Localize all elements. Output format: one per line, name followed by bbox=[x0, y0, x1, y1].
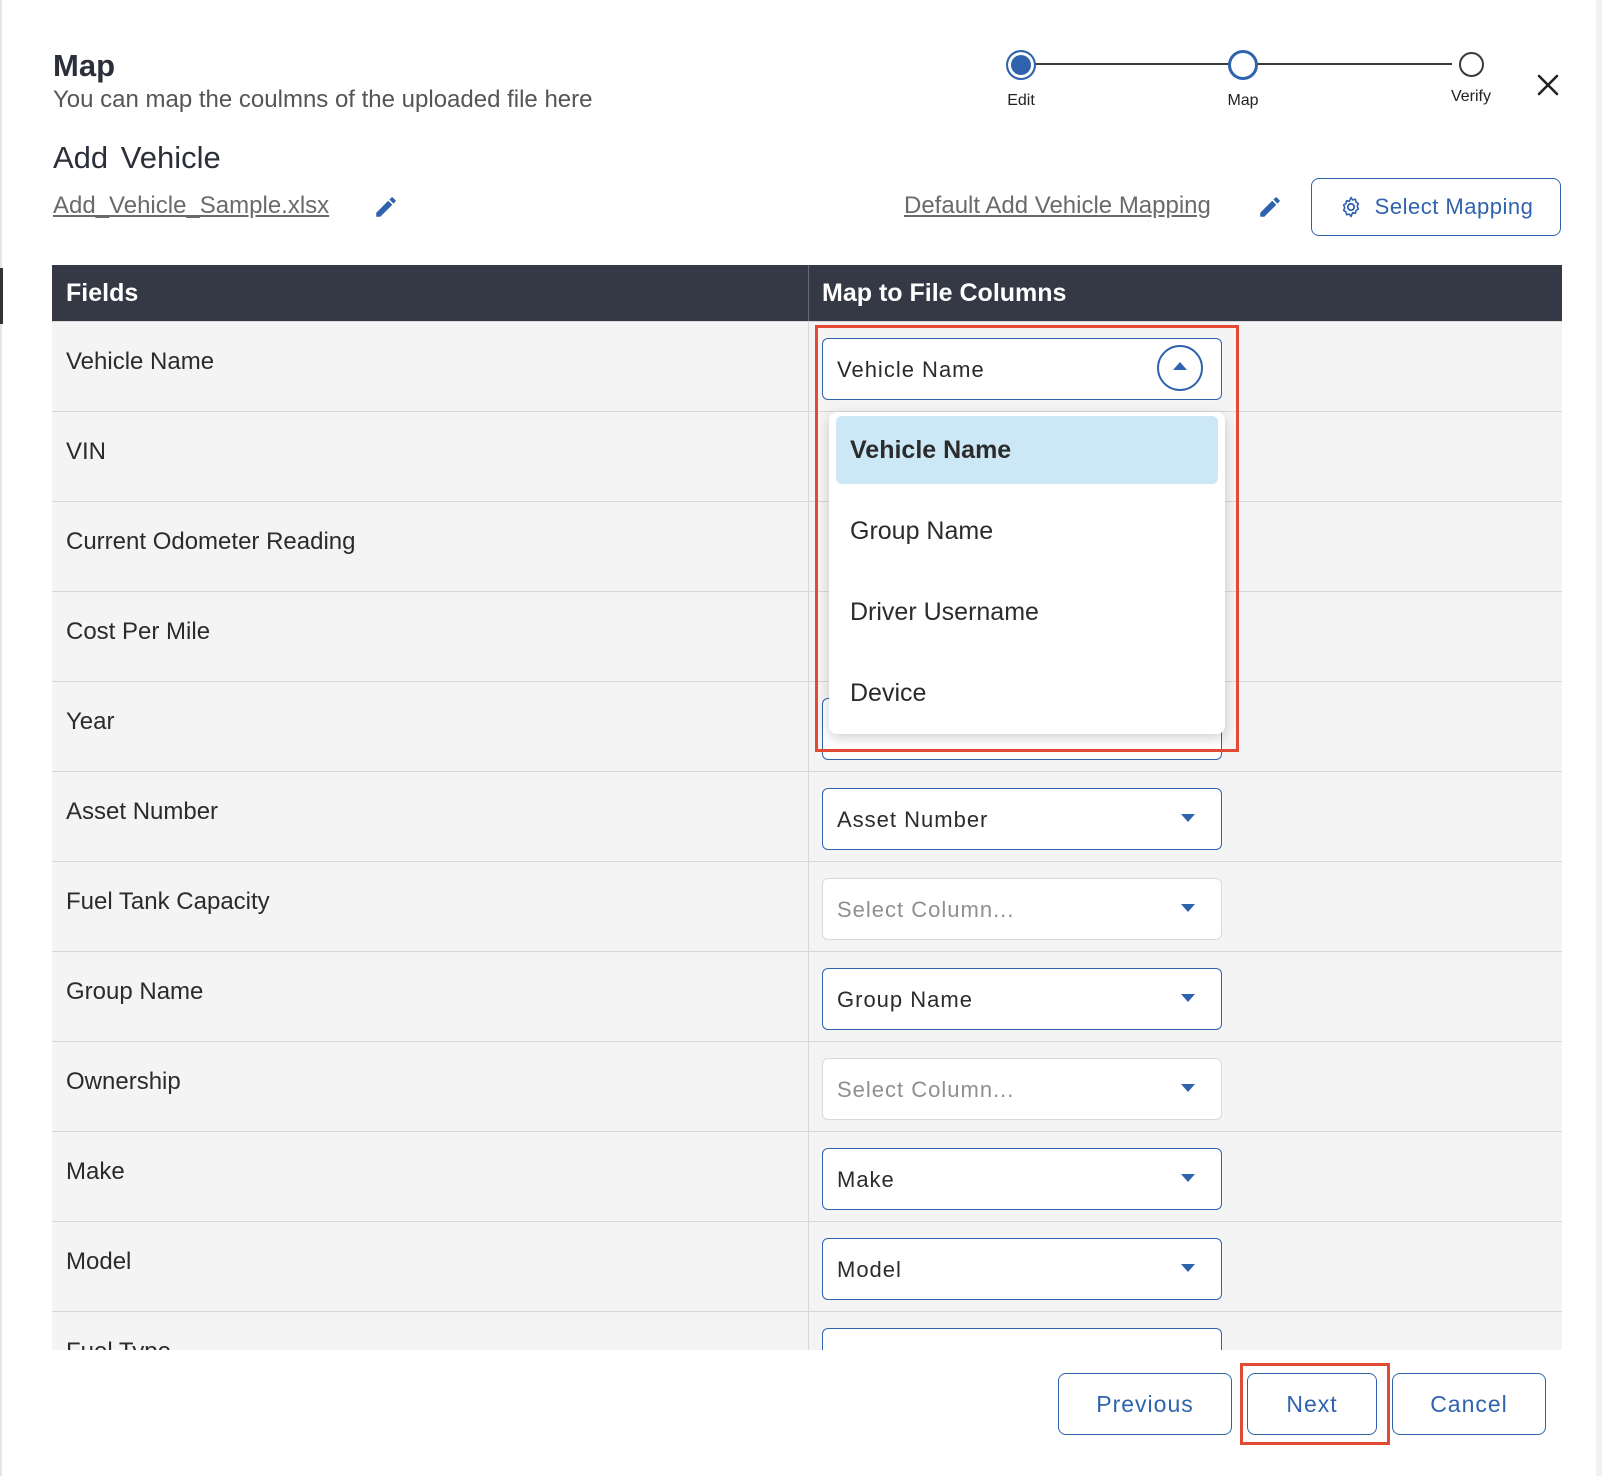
edit-file-icon[interactable] bbox=[373, 194, 399, 220]
chevron-down-icon bbox=[1181, 1084, 1195, 1092]
table-row: Ownership Select Column... bbox=[52, 1041, 1562, 1131]
step-edit-dot bbox=[1006, 50, 1036, 80]
column-divider bbox=[808, 772, 809, 861]
field-label: Vehicle Name bbox=[66, 348, 215, 375]
chevron-down-icon bbox=[1181, 1174, 1195, 1182]
column-select[interactable]: Make bbox=[822, 1148, 1222, 1210]
column-divider bbox=[808, 592, 809, 681]
table-row: Current Odometer Reading bbox=[52, 501, 1562, 591]
dropdown-option-group-name[interactable]: Group Name bbox=[836, 497, 1218, 565]
table-row: VIN bbox=[52, 411, 1562, 501]
table-row: Vehicle Name Vehicle Name bbox=[52, 321, 1562, 411]
column-divider bbox=[808, 1312, 809, 1350]
column-divider bbox=[808, 1132, 809, 1221]
field-label: Fuel Tank Capacity bbox=[66, 888, 270, 915]
dialog-title: Map bbox=[53, 48, 115, 83]
select-mapping-button[interactable]: Select Mapping bbox=[1311, 178, 1561, 236]
table-row: Cost Per Mile bbox=[52, 591, 1562, 681]
table-header: Fields Map to File Columns bbox=[52, 265, 1562, 321]
table-row: Asset Number Asset Number bbox=[52, 771, 1562, 861]
column-select[interactable]: Asset Number bbox=[822, 788, 1222, 850]
column-divider bbox=[808, 1042, 809, 1131]
section-title: Add Vehicle bbox=[53, 140, 221, 175]
chevron-down-icon bbox=[1181, 814, 1195, 822]
stepper-connector bbox=[1034, 63, 1234, 65]
table-row: Group Name Group Name bbox=[52, 951, 1562, 1041]
field-label: Cost Per Mile bbox=[66, 618, 211, 645]
table-row: Make Make bbox=[52, 1131, 1562, 1221]
mapping-name-link[interactable]: Default Add Vehicle Mapping bbox=[904, 192, 1211, 220]
column-select-value: Vehicle Name bbox=[837, 357, 985, 382]
header-fields: Fields bbox=[66, 279, 139, 307]
field-label: Group Name bbox=[66, 978, 204, 1005]
next-button[interactable]: Next bbox=[1247, 1373, 1377, 1435]
left-edge-line bbox=[0, 0, 2, 1476]
field-label: Fuel Type bbox=[66, 1338, 171, 1350]
column-divider bbox=[808, 952, 809, 1041]
column-select-value: Group Name bbox=[837, 987, 973, 1012]
chevron-down-icon bbox=[1181, 904, 1195, 912]
column-select[interactable] bbox=[822, 1328, 1222, 1350]
field-label: Ownership bbox=[66, 1068, 181, 1095]
column-select-value: Make bbox=[837, 1167, 895, 1192]
step-verify-label: Verify bbox=[1450, 88, 1491, 105]
field-label: Year bbox=[66, 708, 115, 735]
column-select-placeholder: Select Column... bbox=[837, 897, 1015, 922]
column-select[interactable]: Select Column... bbox=[822, 1058, 1222, 1120]
left-edge-marker bbox=[0, 268, 3, 324]
table-row: Fuel Type bbox=[52, 1311, 1562, 1350]
step-map-label: Map bbox=[1227, 92, 1259, 109]
stepper-connector bbox=[1256, 63, 1452, 65]
collapse-dropdown-icon[interactable] bbox=[1157, 345, 1203, 391]
select-mapping-label: Select Mapping bbox=[1374, 194, 1534, 219]
right-scroll-track[interactable] bbox=[1596, 0, 1602, 1476]
field-label: Model bbox=[66, 1248, 132, 1275]
mapping-table: Fields Map to File Columns Vehicle Name … bbox=[52, 265, 1562, 1350]
previous-button[interactable]: Previous bbox=[1058, 1373, 1232, 1435]
field-label: Make bbox=[66, 1158, 125, 1185]
column-divider bbox=[808, 682, 809, 771]
table-row: Model Model bbox=[52, 1221, 1562, 1311]
column-divider bbox=[808, 322, 809, 411]
dialog-subtitle: You can map the coulmns of the uploaded … bbox=[53, 86, 593, 113]
field-label: Asset Number bbox=[66, 798, 219, 825]
column-divider bbox=[808, 502, 809, 591]
column-dropdown-menu: Vehicle Name Group Name Driver Username … bbox=[829, 412, 1225, 734]
column-select-placeholder: Select Column... bbox=[837, 1077, 1015, 1102]
field-label: Current Odometer Reading bbox=[66, 528, 356, 555]
dropdown-option-driver-username[interactable]: Driver Username bbox=[836, 578, 1218, 646]
dropdown-option-device[interactable]: Device bbox=[836, 659, 1218, 727]
chevron-down-icon bbox=[1181, 994, 1195, 1002]
column-select-open[interactable]: Vehicle Name bbox=[822, 338, 1222, 400]
column-divider bbox=[808, 1222, 809, 1311]
dropdown-option-vehicle-name[interactable]: Vehicle Name bbox=[836, 416, 1218, 484]
step-edit-label: Edit bbox=[1007, 92, 1035, 109]
header-divider bbox=[808, 265, 809, 321]
table-row: Year bbox=[52, 681, 1562, 771]
gear-icon bbox=[1342, 196, 1359, 218]
header-map-columns: Map to File Columns bbox=[822, 279, 1067, 307]
column-divider bbox=[808, 412, 809, 501]
cancel-button[interactable]: Cancel bbox=[1392, 1373, 1546, 1435]
column-select-value: Asset Number bbox=[837, 807, 989, 832]
column-select[interactable]: Group Name bbox=[822, 968, 1222, 1030]
step-verify-dot bbox=[1459, 52, 1484, 77]
file-name-link[interactable]: Add_Vehicle_Sample.xlsx bbox=[53, 192, 329, 220]
chevron-down-icon bbox=[1181, 1264, 1195, 1272]
field-label: VIN bbox=[66, 438, 107, 465]
edit-mapping-icon[interactable] bbox=[1257, 194, 1283, 220]
column-select[interactable]: Model bbox=[822, 1238, 1222, 1300]
column-select[interactable]: Select Column... bbox=[822, 878, 1222, 940]
close-icon[interactable] bbox=[1533, 70, 1563, 100]
table-row: Fuel Tank Capacity Select Column... bbox=[52, 861, 1562, 951]
column-divider bbox=[808, 862, 809, 951]
step-map-dot bbox=[1228, 50, 1258, 80]
column-select-value: Model bbox=[837, 1257, 902, 1282]
